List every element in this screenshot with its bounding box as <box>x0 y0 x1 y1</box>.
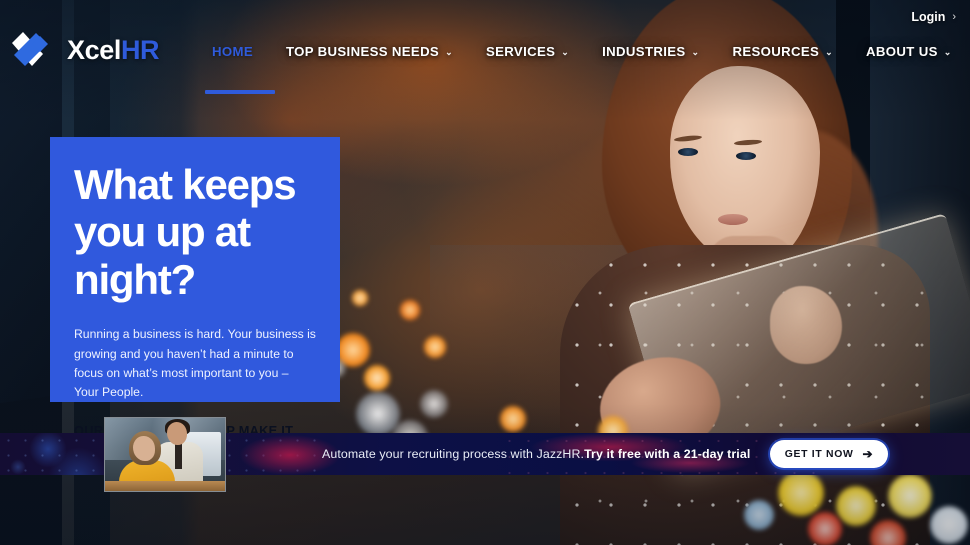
chevron-down-icon: ⌄ <box>691 47 700 57</box>
promo-banner: Automate your recruiting process with Ja… <box>0 417 970 492</box>
hero-headline: What keeps you up at night? <box>74 161 297 303</box>
hero-text-card: What keeps you up at night? Running a bu… <box>50 137 340 453</box>
chevron-down-icon: ⌄ <box>943 47 952 57</box>
promo-message-bold: Try it free with a 21-day trial <box>584 447 751 461</box>
get-it-now-button[interactable]: GET IT NOW ➔ <box>770 440 888 468</box>
logo-wordmark: XcelHR <box>67 34 160 65</box>
chevron-down-icon: ⌄ <box>825 47 834 57</box>
promo-thumbnail-image <box>104 417 226 492</box>
chevron-down-icon: ⌄ <box>445 47 453 57</box>
main-navigation: HOME TOP BUSINESS NEEDS ⌄ SERVICES ⌄ IND… <box>212 44 970 59</box>
nav-item-label: TOP BUSINESS NEEDS <box>285 44 440 59</box>
nav-item-services[interactable]: SERVICES ⌄ <box>486 44 586 59</box>
logo-name-primary: Xcel <box>67 34 121 65</box>
login-label: Login <box>911 10 946 24</box>
nav-item-about-us[interactable]: ABOUT US ⌄ <box>866 44 969 59</box>
chevron-right-icon: › <box>952 11 956 23</box>
arrow-right-icon: ➔ <box>862 447 874 461</box>
get-it-now-label: GET IT NOW <box>784 448 854 460</box>
nav-item-resources[interactable]: RESOURCES ⌄ <box>732 44 850 59</box>
xcelhr-x-mark-icon <box>12 32 48 66</box>
nav-active-underline <box>205 90 275 94</box>
nav-item-industries[interactable]: INDUSTRIES ⌄ <box>602 44 716 59</box>
nav-item-home[interactable]: HOME <box>212 44 270 59</box>
nav-item-label: HOME <box>212 44 253 59</box>
logo-name-accent: HR <box>120 34 160 65</box>
chevron-down-icon: ⌄ <box>561 47 570 57</box>
nav-item-label: INDUSTRIES <box>602 44 686 59</box>
site-logo[interactable]: XcelHR <box>12 30 160 70</box>
hero-body-text: Running a business is hard. Your busines… <box>74 327 316 400</box>
nav-item-label: SERVICES <box>486 44 556 59</box>
nav-item-top-business-needs[interactable]: TOP BUSINESS NEEDS ⌄ <box>286 44 470 59</box>
promo-message: Automate your recruiting process with Ja… <box>322 433 750 475</box>
nav-item-label: RESOURCES <box>732 44 820 59</box>
nav-item-label: ABOUT US <box>866 44 938 59</box>
promo-message-regular: Automate your recruiting process with Ja… <box>322 447 585 461</box>
login-link[interactable]: Login › <box>911 10 956 24</box>
site-header: Login › XcelHR HOME TOP BUSINESS NEEDS ⌄… <box>0 0 970 100</box>
